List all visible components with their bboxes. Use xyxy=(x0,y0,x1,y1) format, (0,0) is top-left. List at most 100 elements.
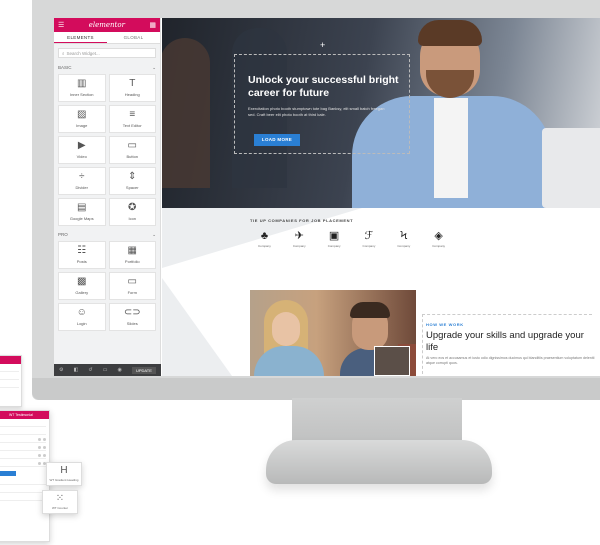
widget-label: Video xyxy=(76,154,87,159)
star-icon: ✪ xyxy=(128,202,137,213)
section-eyebrow: HOW WE WORK xyxy=(426,322,464,327)
mini-panel-row xyxy=(0,375,19,380)
search-placeholder: Search Widget... xyxy=(66,50,100,56)
partners-section: TIE UP COMPANIES FOR JOB PLACEMENT ♣ Comp… xyxy=(162,208,600,288)
update-button[interactable]: UPDATE xyxy=(131,366,156,374)
search-input[interactable]: ⌕ Search Widget... xyxy=(58,48,156,58)
hero-man-shirt xyxy=(434,98,468,198)
tab-global[interactable]: GLOBAL xyxy=(107,32,160,43)
widget-button[interactable]: ▭ Button xyxy=(108,136,156,164)
widget-form[interactable]: ▭ Form xyxy=(108,272,156,300)
widget-google-maps[interactable]: ▤ Google Maps xyxy=(58,198,106,226)
widget-divider[interactable]: ÷ Divider xyxy=(58,167,106,195)
partner-logo: ♣ Company xyxy=(258,230,271,248)
widget-posts[interactable]: ☷ Posts xyxy=(58,241,106,269)
panel-footer: ⚙ ◧ ↺ ▭ ◉ UPDATE xyxy=(54,364,161,376)
add-element-icon[interactable]: + xyxy=(320,40,325,50)
map-icon: ▤ xyxy=(77,202,87,213)
partner-name: Company xyxy=(327,244,341,248)
widget-label: Google Maps xyxy=(69,216,94,221)
partners-title: TIE UP COMPANIES FOR JOB PLACEMENT xyxy=(250,218,354,223)
grid-icon[interactable]: ▦ xyxy=(149,22,156,29)
panel-logo: elementor xyxy=(88,21,125,29)
load-more-button[interactable]: LOAD MORE xyxy=(254,134,300,146)
section-text: At vero eos et accusamus et iusto odio d… xyxy=(426,356,595,365)
hero-man-beard xyxy=(426,70,474,98)
form-icon: ▭ xyxy=(127,276,137,287)
mini-panel-header xyxy=(0,356,21,364)
panel-tabs: ELEMENTS GLOBAL xyxy=(54,32,160,44)
settings-panel-title: WT Testimonial xyxy=(0,411,49,419)
swirl-logo-icon: Ϟ xyxy=(400,230,408,242)
portfolio-icon: ▦ xyxy=(127,245,137,256)
settings-icon[interactable]: ⚙ xyxy=(59,367,63,373)
widget-inner-section[interactable]: ▥ Inner Section xyxy=(58,74,106,102)
settings-row[interactable] xyxy=(0,422,46,427)
panel-header: ☰ elementor ▦ xyxy=(54,18,160,32)
diagonal-shape xyxy=(162,278,232,376)
widget-label: Heading xyxy=(124,92,140,97)
inset-photo xyxy=(374,346,410,376)
heading-icon: H xyxy=(60,465,68,476)
tab-elements[interactable]: ELEMENTS xyxy=(54,32,107,43)
widget-text-editor[interactable]: ≡ Text Editor xyxy=(108,105,156,133)
divider-icon: ÷ xyxy=(79,171,85,182)
widget-login[interactable]: ☺ Login xyxy=(58,303,106,331)
preview-icon[interactable]: ◉ xyxy=(118,367,122,373)
widget-slides[interactable]: ⊂⊃ Slides xyxy=(108,303,156,331)
slides-icon: ⊂⊃ xyxy=(123,307,141,318)
section-pro[interactable]: PRO ⌄ xyxy=(54,229,160,241)
login-icon: ☺ xyxy=(76,307,87,318)
widget-heading[interactable]: T Heading xyxy=(108,74,156,102)
widget-gallery[interactable]: ▩ Gallery xyxy=(58,272,106,300)
posts-icon: ☷ xyxy=(77,245,87,256)
settings-row[interactable] xyxy=(0,488,46,493)
widget-label: Slides xyxy=(126,321,138,326)
spacer-icon: ⇕ xyxy=(128,171,137,182)
editor-panel: ☰ elementor ▦ ELEMENTS GLOBAL ⌕ Search W… xyxy=(54,18,161,376)
settings-row[interactable] xyxy=(0,454,46,459)
chevron-down-icon: ⌄ xyxy=(152,65,156,70)
card-label: WT Counter xyxy=(51,506,69,510)
leaf-logo-icon: ♣ xyxy=(260,230,269,242)
partner-name: Company xyxy=(432,244,446,248)
widget-label: Button xyxy=(126,154,139,159)
monitor-screen: ☰ elementor ▦ ELEMENTS GLOBAL ⌕ Search W… xyxy=(54,18,600,376)
widget-card-gradient-heading[interactable]: H WT Gradient Heading xyxy=(46,462,82,486)
laptop xyxy=(542,128,600,208)
widget-card-counter[interactable]: ⁙ WT Counter xyxy=(42,490,78,514)
bird-logo-icon: ✈ xyxy=(294,230,304,242)
widget-label: Gallery xyxy=(75,290,89,295)
widget-label: Divider xyxy=(75,185,88,190)
widget-icon[interactable]: ✪ Icon xyxy=(108,198,156,226)
hero-title: Unlock your successful bright career for… xyxy=(248,74,399,99)
settings-row[interactable] xyxy=(0,446,46,451)
widget-label: Image xyxy=(76,123,88,128)
settings-row[interactable] xyxy=(0,480,46,485)
partner-name: Company xyxy=(292,244,306,248)
monogram-logo-icon: ℱ xyxy=(364,230,374,242)
widget-label: Text Editor xyxy=(122,123,142,128)
hero-man-hair xyxy=(418,20,482,46)
settings-row[interactable] xyxy=(0,462,46,467)
add-item-button[interactable] xyxy=(0,471,16,476)
history-icon[interactable]: ↺ xyxy=(88,367,92,373)
widget-portfolio[interactable]: ▦ Portfolio xyxy=(108,241,156,269)
widget-label: Inner Section xyxy=(69,92,94,97)
gallery-icon: ▩ xyxy=(77,276,87,287)
settings-row[interactable] xyxy=(0,430,46,435)
responsive-icon[interactable]: ▭ xyxy=(103,367,108,373)
section-basic[interactable]: BASIC ⌄ xyxy=(54,62,160,74)
search-icon: ⌕ xyxy=(62,50,65,56)
widget-image[interactable]: ▨ Image xyxy=(58,105,106,133)
settings-row[interactable] xyxy=(0,496,46,501)
settings-row[interactable] xyxy=(0,438,46,443)
widget-spacer[interactable]: ⇕ Spacer xyxy=(108,167,156,195)
text-editor-icon: ≡ xyxy=(129,109,136,120)
hero-section[interactable]: + Unlock your successful bright career f… xyxy=(162,18,600,208)
background-person xyxy=(162,38,210,188)
layers-icon[interactable]: ◧ xyxy=(74,367,79,373)
hamburger-icon[interactable]: ☰ xyxy=(58,22,64,29)
partner-name: Company xyxy=(362,244,376,248)
widget-video[interactable]: ▶ Video xyxy=(58,136,106,164)
